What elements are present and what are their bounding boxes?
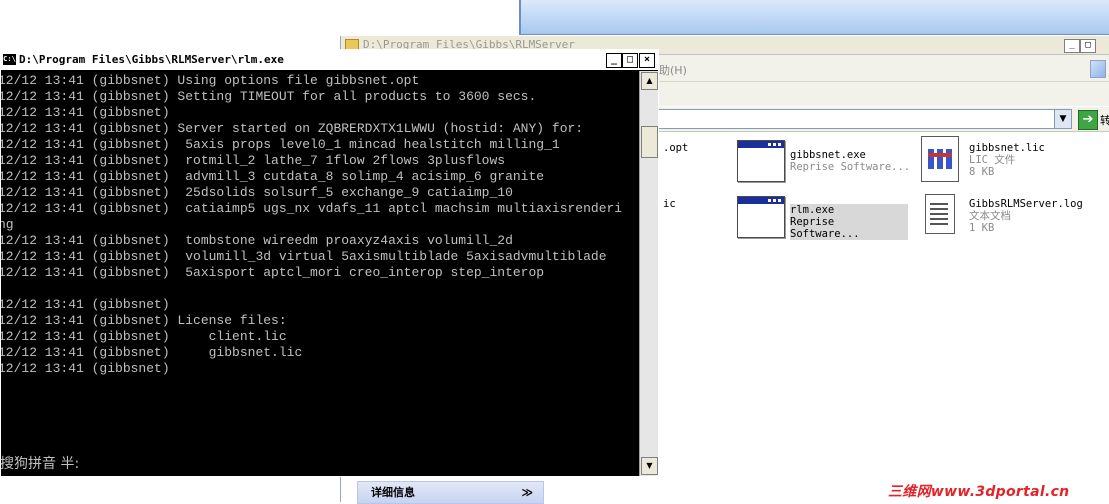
scroll-up-icon[interactable]: ▲ [641, 72, 658, 90]
file-name: gibbsnet.lic [969, 142, 1045, 154]
console-line: 12/12 13:41 (gibbsnet) License files: [1, 313, 287, 328]
file-item-gibbsnet-lic[interactable]: gibbsnet.lic LIC 文件 8 KB [969, 142, 1045, 178]
file-name: rlm.exe [790, 204, 835, 216]
console-line: 12/12 13:41 (gibbsnet) client.lic [1, 329, 287, 344]
details-label: 详细信息 [371, 486, 415, 499]
explorer-maximize-button[interactable]: □ [1080, 39, 1096, 53]
maximize-button[interactable]: □ [622, 53, 638, 68]
scroll-down-icon[interactable]: ▼ [641, 457, 658, 475]
console-line: 12/12 13:41 (gibbsnet) catiaimp5 ugs_nx … [1, 201, 623, 216]
file-type: 文本文档 [969, 210, 1011, 222]
close-button[interactable]: × [639, 53, 655, 68]
file-name: gibbsnet.exe [790, 149, 866, 161]
console-line: 12/12 13:41 (gibbsnet) Setting TIMEOUT f… [1, 89, 537, 104]
console-line: 12/12 13:41 (gibbsnet) 25dsolids solsurf… [1, 185, 513, 200]
console-line: 12/12 13:41 (gibbsnet) 5axis props level… [1, 137, 560, 152]
console-titlebar[interactable]: C:\ D:\Program Files\Gibbs\RLMServer\rlm… [1, 50, 658, 71]
file-type: Reprise Software... [790, 161, 911, 173]
file-item-rlm-exe[interactable]: rlm.exe Reprise Software... [790, 204, 908, 240]
console-line: 12/12 13:41 (gibbsnet) [1, 297, 170, 312]
windows-logo-icon [1090, 60, 1106, 78]
console-line: 12/12 13:41 (gibbsnet) tombstone wireedm… [1, 233, 513, 248]
lic-file-icon[interactable] [921, 136, 959, 182]
console-app-icon: C:\ [3, 54, 16, 65]
console-line: 12/12 13:41 (gibbsnet) Using options fil… [1, 73, 420, 88]
console-lines: 12/12 13:41 (gibbsnet) Using options fil… [1, 73, 622, 377]
go-arrow-icon[interactable]: ➔ [1078, 110, 1098, 130]
console-line: 12/12 13:41 (gibbsnet) Server started on… [1, 121, 584, 136]
file-type: LIC 文件 [969, 154, 1016, 166]
explorer-minimize-button[interactable]: _ [1064, 39, 1080, 53]
vertical-scrollbar[interactable]: ▲ ▼ [639, 71, 658, 476]
console-line: 12/12 13:41 (gibbsnet) volumill_3d virtu… [1, 249, 607, 264]
console-output[interactable]: 12/12 13:41 (gibbsnet) Using options fil… [1, 71, 639, 476]
watermark: 三维网www.3dportal.cn [888, 484, 1070, 500]
file-item-ic[interactable]: ic [663, 198, 676, 210]
address-dropdown-icon[interactable]: ▼ [1054, 110, 1071, 128]
background-window-titlebar [519, 0, 1109, 35]
console-window: C:\ D:\Program Files\Gibbs\RLMServer\rlm… [0, 49, 659, 477]
console-line: 12/12 13:41 (gibbsnet) rotmill_2 lathe_7… [1, 153, 506, 168]
console-line: 12/12 13:41 (gibbsnet) 5axisport aptcl_m… [1, 265, 545, 280]
file-size: 1 KB [969, 222, 995, 234]
menu-help[interactable]: 助(H) [659, 62, 687, 78]
console-line: 12/12 13:41 (gibbsnet) advmill_3 cutdata… [1, 169, 545, 184]
file-type: Reprise Software... [790, 216, 860, 240]
console-line: 12/12 13:41 (gibbsnet) [1, 105, 170, 120]
go-button[interactable]: 转 [1100, 112, 1109, 128]
console-title: D:\Program Files\Gibbs\RLMServer\rlm.exe [19, 53, 284, 66]
chevron-down-icon[interactable]: ≫ [521, 482, 533, 503]
file-item-gibbsrlmserver-log[interactable]: GibbsRLMServer.log 文本文档 1 KB [969, 198, 1083, 234]
console-line: 12/12 13:41 (gibbsnet) [1, 361, 170, 376]
console-line: 12/12 13:41 (gibbsnet) gibbsnet.lic [1, 345, 303, 360]
minimize-button[interactable]: _ [606, 53, 622, 68]
details-panel-header[interactable]: 详细信息 ≫ [357, 481, 544, 504]
console-line: ng [1, 217, 14, 232]
scroll-thumb[interactable] [641, 126, 658, 158]
file-name: GibbsRLMServer.log [969, 198, 1083, 210]
ime-status: 搜狗拼音 半: [1, 456, 80, 472]
file-item-gibbsnet-exe[interactable]: gibbsnet.exe Reprise Software... [790, 149, 910, 173]
text-file-icon[interactable] [925, 194, 955, 234]
file-item-opt[interactable]: .opt [663, 142, 688, 154]
exe-file-icon[interactable] [737, 196, 785, 238]
exe-file-icon[interactable] [737, 140, 785, 182]
file-size: 8 KB [969, 166, 995, 178]
